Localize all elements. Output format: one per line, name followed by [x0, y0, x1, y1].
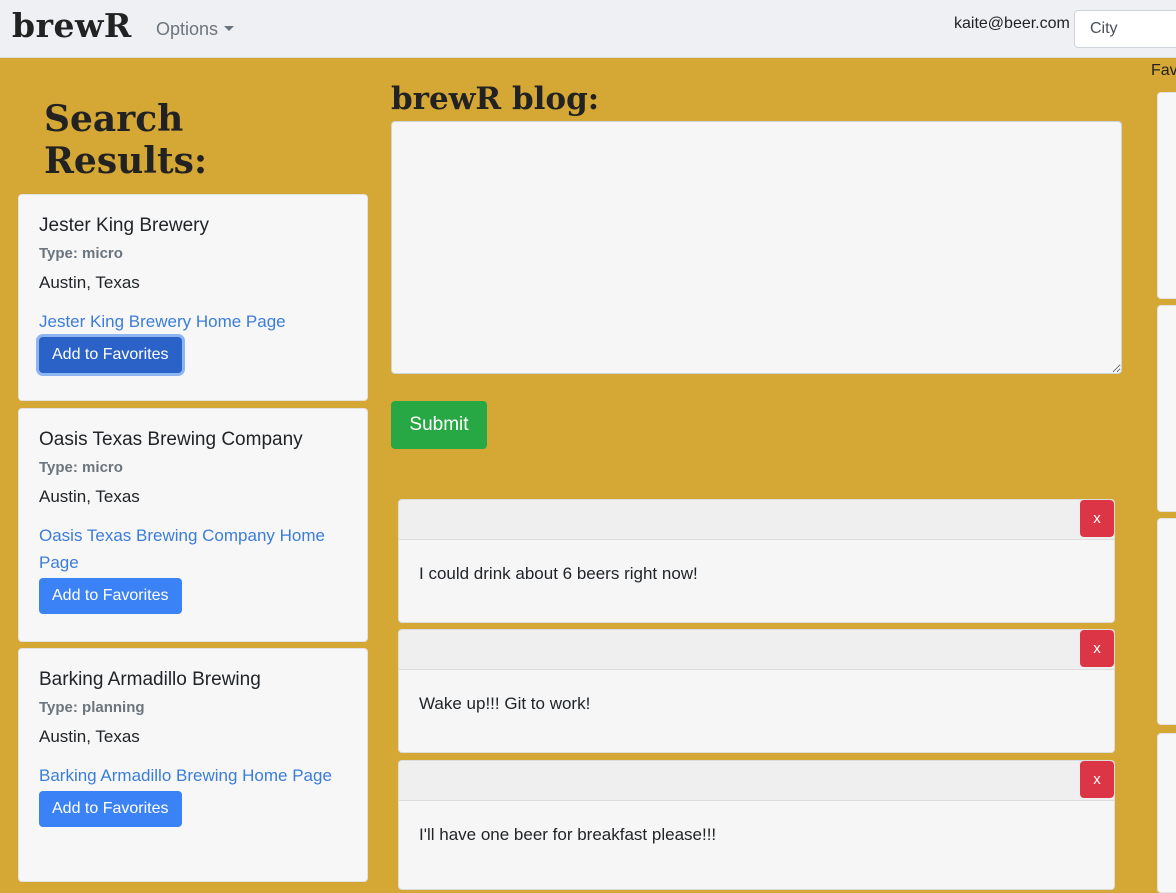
favorites-label: Fav [1151, 62, 1176, 79]
add-to-favorites-button[interactable]: Add to Favorites [39, 791, 182, 827]
brand-logo[interactable]: brewR [12, 6, 132, 45]
city-search-input[interactable] [1074, 10, 1176, 48]
submit-button[interactable]: Submit [391, 401, 487, 449]
add-to-favorites-button[interactable]: Add to Favorites [39, 578, 182, 614]
blog-post-textarea[interactable] [391, 121, 1122, 374]
brewery-name: Jester King Brewery [39, 215, 210, 236]
blog-post: x I could drink about 6 beers right now! [398, 499, 1115, 623]
brewery-home-link[interactable]: Oasis Texas Brewing Company Home Page [39, 522, 347, 576]
brewery-home-link[interactable]: Barking Armadillo Brewing Home Page [39, 762, 347, 789]
caret-down-icon [224, 26, 235, 31]
blog-post-header: x [399, 761, 1114, 801]
brewery-card: Jester King Brewery Type: micro Austin, … [18, 194, 368, 401]
delete-post-button[interactable]: x [1080, 761, 1114, 798]
blog-title: brewR blog: [391, 81, 600, 117]
brewery-type: Type: micro [39, 245, 123, 262]
blog-post-text: I'll have one beer for breakfast please!… [419, 825, 717, 844]
blog-post-header: x [399, 630, 1114, 670]
options-dropdown[interactable]: Options [156, 19, 235, 40]
brewery-name: Oasis Texas Brewing Company [39, 429, 303, 450]
brewery-card: Barking Armadillo Brewing Type: planning… [18, 648, 368, 882]
options-label: Options [156, 19, 219, 39]
blog-post: x Wake up!!! Git to work! [398, 629, 1115, 753]
brewery-location: Austin, Texas [39, 487, 140, 506]
blog-post: x I'll have one beer for breakfast pleas… [398, 760, 1115, 890]
favorite-card [1157, 92, 1176, 299]
favorite-card [1157, 733, 1176, 893]
brewery-location: Austin, Texas [39, 273, 140, 292]
brewery-card: Oasis Texas Brewing Company Type: micro … [18, 408, 368, 642]
brewery-type: Type: micro [39, 459, 123, 476]
navbar: brewR Options kaite@beer.com [0, 0, 1176, 58]
favorite-card [1157, 305, 1176, 512]
user-email: kaite@beer.com [954, 15, 1070, 32]
brewery-home-link[interactable]: Jester King Brewery Home Page [39, 308, 347, 335]
brewery-type: Type: planning [39, 699, 145, 716]
blog-post-header: x [399, 500, 1114, 540]
delete-post-button[interactable]: x [1080, 500, 1114, 537]
brewery-location: Austin, Texas [39, 727, 140, 746]
blog-post-text: Wake up!!! Git to work! [419, 694, 591, 713]
brewery-name: Barking Armadillo Brewing [39, 669, 261, 690]
favorite-card [1157, 518, 1176, 725]
search-results-title: Search Results: [44, 98, 208, 182]
add-to-favorites-button[interactable]: Add to Favorites [39, 337, 182, 373]
blog-post-text: I could drink about 6 beers right now! [419, 564, 698, 583]
delete-post-button[interactable]: x [1080, 630, 1114, 667]
